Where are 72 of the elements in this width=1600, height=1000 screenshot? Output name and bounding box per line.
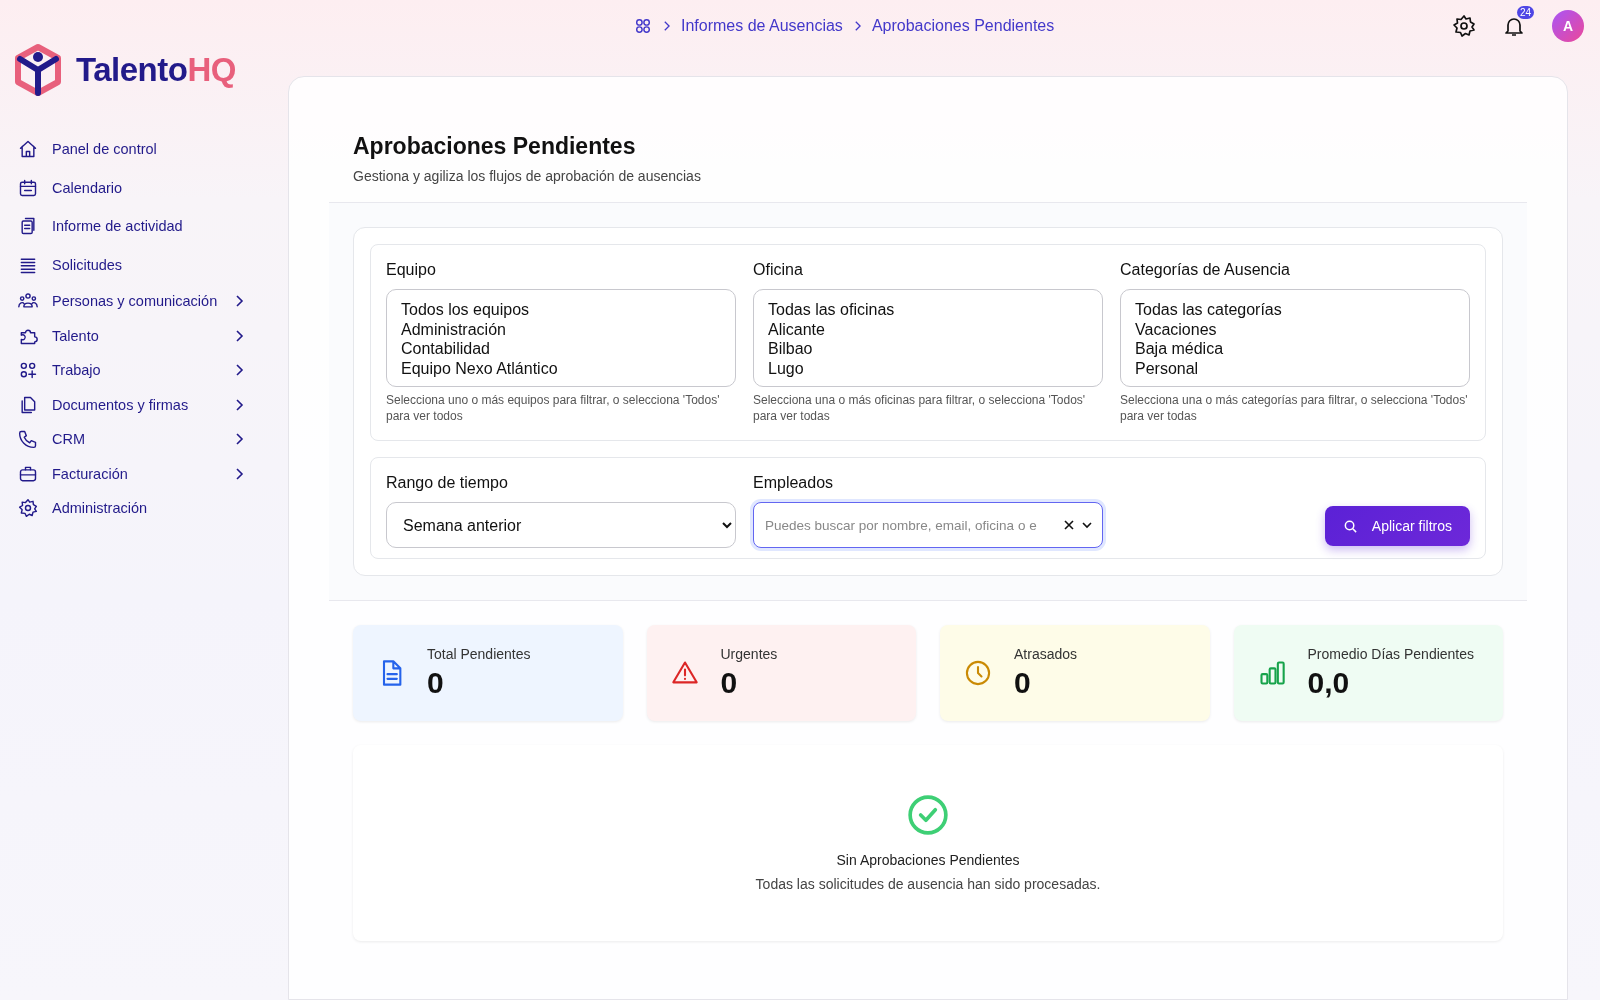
settings-icon[interactable] — [1452, 14, 1476, 38]
search-icon — [1342, 518, 1358, 534]
sidebar-item[interactable]: Solicitudes — [14, 245, 244, 284]
list-option[interactable]: Lugo — [768, 358, 1088, 378]
breadcrumb-link[interactable]: Informes de Ausencias — [681, 17, 843, 35]
people-icon — [18, 291, 38, 311]
chevron-down-icon[interactable] — [1081, 519, 1093, 531]
stat-value: 0 — [1014, 666, 1032, 700]
help-text: Selecciona una o más oficinas para filtrar, o selecciona 'Todos' para ver todas — [753, 392, 1087, 424]
help-text: Selecciona uno o más equipos para filtrar, o selecciona 'Todos' para ver todos — [386, 392, 721, 424]
field-label: Equipo — [386, 261, 437, 279]
time-range-select[interactable]: Semana anterior — [386, 502, 736, 548]
field-label: Categorías de Ausencia — [1120, 261, 1291, 279]
stat-label: Atrasados — [1014, 646, 1078, 662]
home-icon — [18, 139, 38, 159]
list-option[interactable]: Todas las categorías — [1135, 300, 1455, 320]
sidebar-item[interactable]: Personas y comunicación — [14, 284, 244, 318]
sidebar-item[interactable]: CRM — [14, 422, 244, 456]
help-text: Selecciona una o más categorías para filtrar, o selecciona 'Todos' para ver todas — [1120, 392, 1469, 424]
bar-chart-icon — [1257, 659, 1286, 687]
user-avatar[interactable]: A — [1552, 10, 1584, 42]
logo-icon — [14, 44, 62, 96]
sidebar-item[interactable]: Panel de control — [14, 130, 244, 168]
list-option[interactable]: Bilbao — [768, 339, 1088, 359]
stat-value: 0 — [427, 666, 445, 700]
brand-name: TalentoHQ — [76, 51, 236, 89]
list-option[interactable]: Personal — [1135, 358, 1455, 378]
list-option[interactable]: Equipo Nexo Atlántico — [401, 358, 721, 378]
stat-value: 0,0 — [1307, 666, 1351, 700]
phone-icon — [18, 429, 38, 449]
calendar-icon — [18, 177, 38, 198]
grid-icon — [18, 360, 38, 380]
list-option[interactable]: Todos los equipos — [401, 300, 721, 320]
empty-state-title: Sin Aprobaciones Pendientes — [836, 852, 1020, 868]
sidebar-item[interactable]: Informe de actividad — [14, 207, 244, 245]
sidebar-item[interactable]: Talento — [14, 318, 244, 353]
chevron-right-icon — [662, 20, 671, 32]
field-label: Oficina — [753, 261, 804, 279]
page-title: Aprobaciones Pendientes — [353, 133, 637, 160]
breadcrumb-link[interactable]: Aprobaciones Pendientes — [871, 17, 1055, 35]
empty-state-message: Todas las solicitudes de ausencia han sido procesadas. — [755, 876, 1101, 892]
multi-select-list[interactable]: Todos los equipos Administración Contabilidad Equipo Nexo Atlántico — [386, 289, 736, 387]
field-label: Rango de tiempo — [386, 474, 509, 492]
sidebar-item[interactable]: Trabajo — [14, 353, 244, 387]
list-option[interactable]: Todas las oficinas — [768, 300, 1088, 320]
list-option[interactable]: Vacaciones — [1135, 319, 1455, 339]
documents-icon — [18, 394, 38, 415]
clipboard-icon — [18, 216, 38, 236]
list-option[interactable]: Alicante — [768, 319, 1088, 339]
stat-label: Total Pendientes — [427, 646, 531, 662]
stat-label: Promedio Días Pendientes — [1307, 646, 1475, 662]
sidebar-item[interactable]: Administración — [14, 491, 244, 525]
sidebar-item[interactable]: Documentos y firmas — [14, 387, 244, 422]
page-subtitle: Gestiona y agiliza los flujos de aprobación de ausencias — [353, 168, 702, 184]
apply-filters-button[interactable]: Aplicar filtros — [1324, 506, 1470, 546]
list-option[interactable]: Administración — [401, 319, 721, 339]
apps-icon[interactable] — [634, 17, 652, 35]
sidebar-item[interactable]: Facturación — [14, 456, 244, 491]
sidebar-item[interactable]: Calendario — [14, 168, 244, 207]
close-icon[interactable] — [1063, 519, 1075, 531]
stat-label: Urgentes — [720, 646, 778, 662]
list-option[interactable]: Baja médica — [1135, 339, 1455, 359]
check-circle-icon — [907, 794, 949, 836]
field-label: Empleados — [753, 474, 835, 492]
multi-select-list[interactable]: Todas las oficinas Alicante Bilbao Lugo — [753, 289, 1103, 387]
stat-value: 0 — [720, 666, 739, 700]
list-option[interactable]: Contabilidad — [401, 339, 721, 359]
settings-icon — [18, 498, 38, 518]
employee-search-field[interactable]: Puedes buscar por nombre, email, oficina o e — [753, 502, 1103, 548]
notification-count: 24 — [1516, 6, 1534, 19]
multi-select-list[interactable]: Todas las categorías Vacaciones Baja médica Personal — [1120, 289, 1470, 387]
clock-icon — [964, 659, 992, 687]
